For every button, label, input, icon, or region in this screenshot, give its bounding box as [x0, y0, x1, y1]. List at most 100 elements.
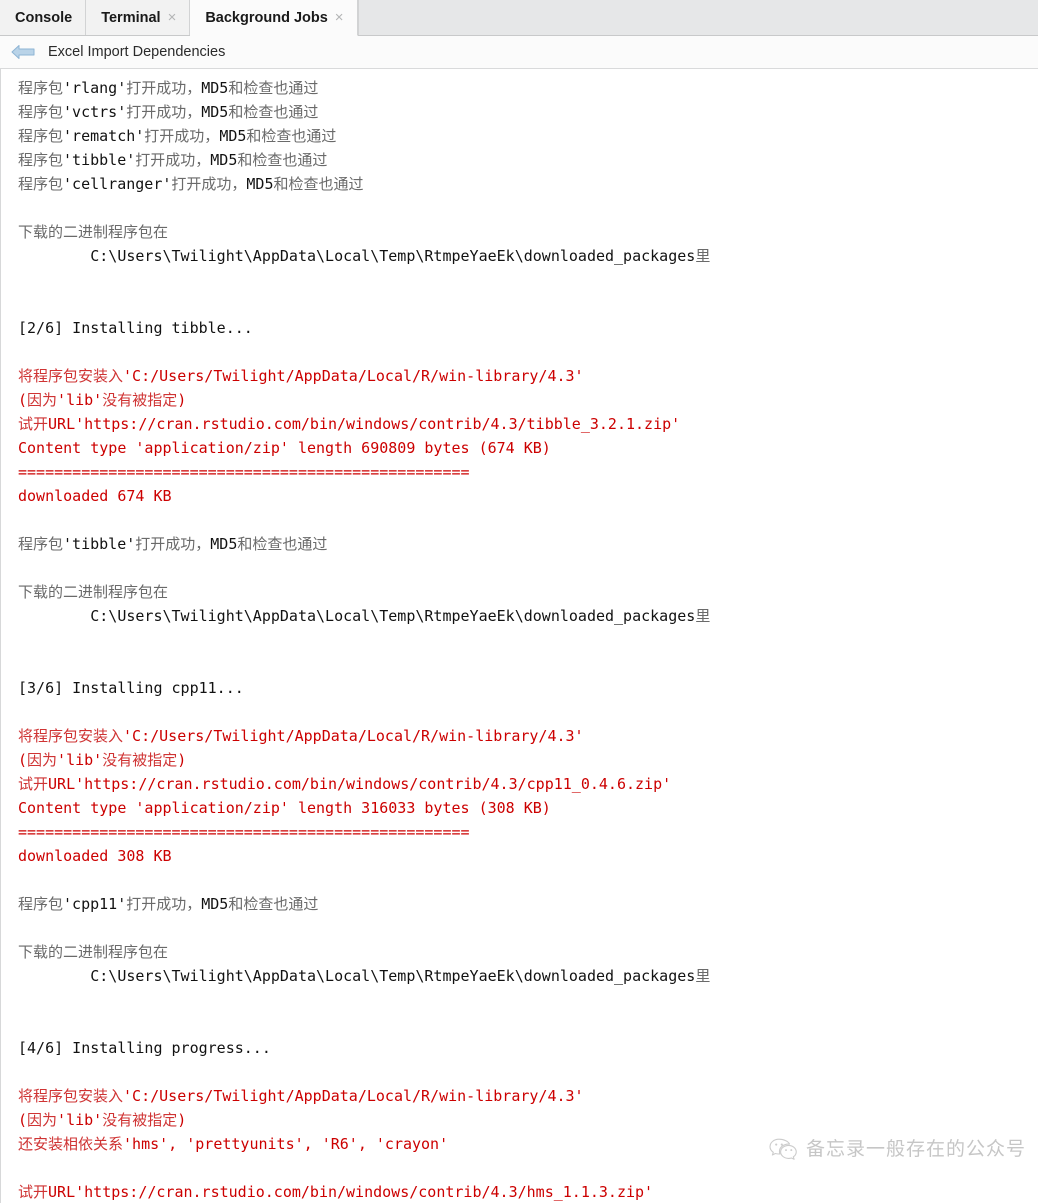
console-line: 还安装相依关系'hms', 'prettyunits', 'R6', 'cray… [18, 1132, 1038, 1156]
console-line: downloaded 674 KB [18, 484, 1038, 508]
latin-run: [3/6] Installing cpp11... [18, 679, 244, 697]
cjk-run: 和检查也通过 [273, 175, 364, 193]
latin-run: MD5 [201, 103, 229, 121]
cjk-run: 程序包 [18, 79, 64, 97]
console-line: 将程序包安装入'C:/Users/Twilight/AppData/Local/… [18, 1084, 1038, 1108]
cjk-run: 因为 [27, 751, 58, 769]
cjk-run: 打开成功， [135, 151, 211, 169]
tab-console[interactable]: Console [0, 0, 87, 35]
job-header-bar: Excel Import Dependencies [0, 36, 1038, 69]
cjk-run: 将程序包安装入 [18, 727, 124, 745]
console-line: 将程序包安装入'C:/Users/Twilight/AppData/Local/… [18, 724, 1038, 748]
latin-run: Content type 'application/zip' length 31… [18, 799, 551, 817]
console-line: (因为'lib'没有被指定) [18, 388, 1038, 412]
latin-run: 'tibble' [63, 151, 136, 169]
console-line: [3/6] Installing cpp11... [18, 676, 1038, 700]
back-arrow-icon[interactable] [10, 43, 36, 61]
cjk-run: 程序包 [18, 127, 64, 145]
latin-run: 'tibble' [63, 535, 136, 553]
cjk-run: 因为 [27, 1111, 58, 1129]
console-line: 程序包'cpp11'打开成功，MD5和检查也通过 [18, 892, 1038, 916]
latin-run: URL'https://cran.rstudio.com/bin/windows… [48, 775, 672, 793]
latin-run: 'cellranger' [63, 175, 172, 193]
cjk-run: 程序包 [18, 535, 64, 553]
console-line: 下载的二进制程序包在 [18, 580, 1038, 604]
tab-terminal-label: Terminal [101, 9, 161, 26]
latin-run: ========================================… [18, 823, 470, 841]
latin-run: ) [177, 1111, 187, 1129]
cjk-run: 和检查也通过 [237, 151, 328, 169]
cjk-run: 程序包 [18, 103, 64, 121]
latin-run: 'hms', 'prettyunits', 'R6', 'crayon' [123, 1135, 449, 1153]
latin-run: 'lib' [57, 751, 103, 769]
latin-run: C:\Users\Twilight\AppData\Local\Temp\Rtm… [18, 247, 696, 265]
latin-run: MD5 [210, 535, 238, 553]
latin-run: 'rematch' [63, 127, 145, 145]
console-line: C:\Users\Twilight\AppData\Local\Temp\Rtm… [18, 604, 1038, 628]
tab-console-label: Console [15, 9, 73, 26]
console-line: 下载的二进制程序包在 [18, 220, 1038, 244]
cjk-run: 下载的二进制程序包在 [18, 943, 169, 961]
latin-run: 'vctrs' [63, 103, 127, 121]
cjk-run: 将程序包安装入 [18, 1087, 124, 1105]
cjk-run: 和检查也通过 [228, 79, 319, 97]
latin-run: ( [18, 751, 28, 769]
console-line: [4/6] Installing progress... [18, 1036, 1038, 1060]
job-console-output[interactable]: 程序包'rlang'打开成功，MD5和检查也通过 程序包'vctrs'打开成功，M… [0, 69, 1038, 1203]
console-line: ========================================… [18, 820, 1038, 844]
latin-run: 'rlang' [63, 79, 127, 97]
cjk-run: 因为 [27, 391, 58, 409]
cjk-run: 里 [695, 247, 711, 265]
cjk-run: 打开成功， [144, 127, 220, 145]
console-line: 试开URL'https://cran.rstudio.com/bin/windo… [18, 412, 1038, 436]
cjk-run: 和检查也通过 [228, 895, 319, 913]
latin-run: downloaded 674 KB [18, 487, 172, 505]
tab-background-jobs[interactable]: Background Jobs × [190, 0, 358, 36]
latin-run: C:\Users\Twilight\AppData\Local\Temp\Rtm… [18, 607, 696, 625]
latin-run: C:\Users\Twilight\AppData\Local\Temp\Rtm… [18, 967, 696, 985]
cjk-run: 和检查也通过 [228, 103, 319, 121]
console-line: 下载的二进制程序包在 [18, 940, 1038, 964]
cjk-run: 程序包 [18, 151, 64, 169]
latin-run: URL'https://cran.rstudio.com/bin/windows… [48, 415, 681, 433]
latin-run: 'C:/Users/Twilight/AppData/Local/R/win-l… [123, 727, 584, 745]
close-icon[interactable]: × [335, 10, 344, 26]
cjk-run: 程序包 [18, 175, 64, 193]
latin-run: ) [177, 391, 187, 409]
job-title: Excel Import Dependencies [48, 44, 226, 60]
tab-background-jobs-label: Background Jobs [205, 9, 328, 26]
cjk-run: 和检查也通过 [237, 535, 328, 553]
console-line: 程序包'tibble'打开成功，MD5和检查也通过 [18, 532, 1038, 556]
latin-run: URL'https://cran.rstudio.com/bin/windows… [48, 1183, 654, 1201]
console-line: C:\Users\Twilight\AppData\Local\Temp\Rtm… [18, 964, 1038, 988]
cjk-run: 下载的二进制程序包在 [18, 223, 169, 241]
cjk-run: 试开 [18, 415, 49, 433]
latin-run: MD5 [219, 127, 247, 145]
cjk-run: 打开成功， [126, 895, 202, 913]
cjk-run: 将程序包安装入 [18, 367, 124, 385]
latin-run: MD5 [210, 151, 238, 169]
console-line: 试开URL'https://cran.rstudio.com/bin/windo… [18, 772, 1038, 796]
close-icon[interactable]: × [168, 10, 177, 26]
latin-run: ( [18, 1111, 28, 1129]
console-line: 将程序包安装入'C:/Users/Twilight/AppData/Local/… [18, 364, 1038, 388]
cjk-run: 里 [695, 607, 711, 625]
latin-run: [4/6] Installing progress... [18, 1039, 271, 1057]
console-line: [2/6] Installing tibble... [18, 316, 1038, 340]
tab-terminal[interactable]: Terminal × [86, 0, 191, 35]
cjk-run: 试开 [18, 1183, 49, 1201]
cjk-run: 打开成功， [126, 103, 202, 121]
cjk-run: 打开成功， [135, 535, 211, 553]
